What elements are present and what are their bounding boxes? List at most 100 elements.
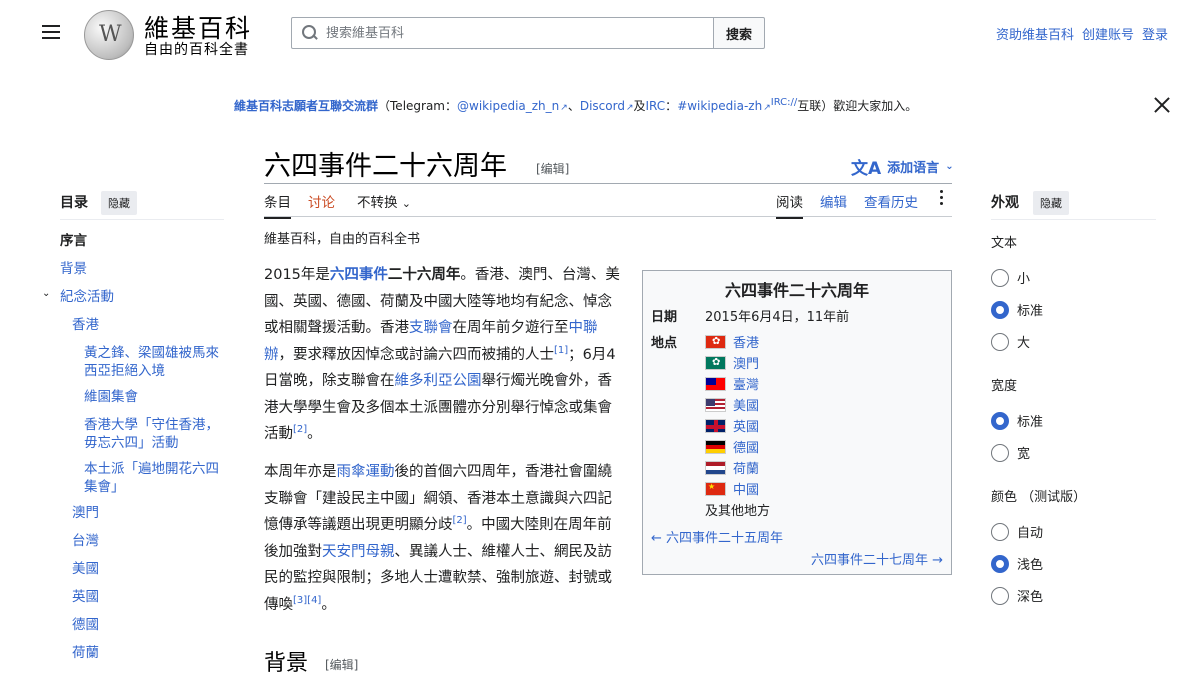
link-tiananmen-mothers[interactable]: 天安門母親 [322, 544, 395, 560]
link-umbrella[interactable]: 雨傘運動 [337, 464, 395, 480]
place-link[interactable]: 荷蘭 [733, 458, 759, 477]
text-size-standard-radio[interactable]: 标准 [991, 300, 1043, 319]
tab-talk[interactable]: 讨论 [308, 191, 335, 211]
radio-button[interactable] [991, 300, 1009, 319]
color-light-radio[interactable]: 浅色 [991, 554, 1043, 573]
place-link[interactable]: 澳門 [733, 353, 759, 372]
toc-item[interactable]: 序言 [60, 232, 87, 250]
chevron-down-icon[interactable]: ⌄ [42, 288, 50, 299]
macau-flag-icon: ✿ [705, 355, 726, 370]
toc-item[interactable]: 紀念活動 [60, 288, 114, 306]
radio-label: 浅色 [1017, 558, 1044, 573]
tab-article[interactable]: 条目 [264, 191, 291, 219]
color-label: 颜色 （测试版） [991, 490, 1087, 505]
discord-link[interactable]: Discord [580, 99, 634, 113]
place-link[interactable]: 德國 [733, 437, 759, 456]
toc-item[interactable]: 背景 [60, 260, 87, 278]
width-wide-radio[interactable]: 宽 [991, 443, 1030, 462]
radio-button[interactable] [991, 332, 1009, 351]
place-link[interactable]: 中國 [733, 479, 759, 498]
search-button[interactable]: 搜索 [713, 17, 765, 49]
toc-item[interactable]: 台灣 [72, 532, 99, 550]
tab-edit[interactable]: 编辑 [820, 191, 847, 211]
title-edit-link[interactable]: [编辑] [536, 160, 569, 177]
close-icon[interactable] [1153, 96, 1171, 114]
login-link[interactable]: 登录 [1142, 24, 1168, 43]
color-dark-radio[interactable]: 深色 [991, 586, 1043, 605]
place-link[interactable]: 香港 [733, 332, 759, 351]
donate-link[interactable]: 资助维基百科 [996, 24, 1074, 43]
radio-button[interactable] [991, 443, 1009, 462]
ref-1[interactable]: [1] [554, 345, 568, 356]
radio-label: 小 [1017, 272, 1031, 287]
radio-button[interactable] [991, 411, 1009, 430]
banner-text: 及 [633, 99, 646, 113]
more-vertical-icon[interactable] [940, 190, 946, 208]
ref-3[interactable]: [3] [293, 595, 307, 606]
text-size-large-radio[interactable]: 大 [991, 332, 1030, 351]
toc-item[interactable]: 香港 [72, 316, 99, 334]
search-input[interactable] [326, 25, 706, 41]
toc-item[interactable]: 英國 [72, 588, 99, 606]
wikipedia-globe-icon[interactable] [84, 10, 134, 60]
text: 。 [321, 596, 336, 613]
toc-divider [60, 219, 224, 220]
search-box[interactable] [291, 17, 715, 49]
irc-link[interactable]: IRC [646, 99, 666, 113]
toc-item[interactable]: 本土派「遍地開花六四集會」 [84, 460, 229, 496]
link-june-fourth[interactable]: 六四事件 [330, 267, 388, 283]
place-link[interactable]: 美國 [733, 395, 759, 414]
toc-item[interactable]: 荷蘭 [72, 644, 99, 662]
add-languages-button[interactable]: 文A 添加语言 ⌄ [851, 154, 954, 179]
link-victoria-park[interactable]: 維多利亞公園 [395, 373, 482, 389]
color-auto-radio[interactable]: 自动 [991, 522, 1043, 541]
create-account-link[interactable]: 创建账号 [1082, 24, 1134, 43]
chevron-down-icon: ⌄ [401, 197, 412, 210]
toc-item[interactable]: 維園集會 [84, 388, 138, 406]
toc-item[interactable]: 美國 [72, 560, 99, 578]
translate-icon: 文A [851, 159, 882, 179]
toc-item[interactable]: 德國 [72, 616, 99, 634]
banner-group-link[interactable]: 維基百科志願者互聯交流群 [234, 99, 378, 113]
place-link[interactable]: 英國 [733, 416, 759, 435]
ref-2[interactable]: [2] [293, 424, 307, 435]
place-link[interactable]: 臺灣 [733, 374, 759, 393]
tab-read[interactable]: 阅读 [776, 191, 803, 219]
text: 2015年是 [264, 267, 330, 283]
infobox-date-label: 日期 [651, 310, 678, 325]
radio-button[interactable] [991, 522, 1009, 541]
tabs-divider [264, 216, 952, 217]
hong-kong-flag-icon: ✿ [705, 334, 726, 349]
link-hka[interactable]: 支聯會 [409, 320, 453, 336]
previous-event-link[interactable]: ← 六四事件二十五周年 [651, 527, 783, 546]
infobox: 六四事件二十六周年 日期 2015年6月4日，11年前 地点 ✿ 香港 ✿ 澳門… [642, 270, 952, 575]
toc-item[interactable]: 澳門 [72, 504, 99, 522]
width-standard-radio[interactable]: 标准 [991, 411, 1043, 430]
radio-label: 大 [1017, 336, 1031, 351]
section-edit-link[interactable]: [编辑] [325, 656, 358, 673]
telegram-link[interactable]: @wikipedia_zh_n [457, 99, 568, 113]
ref-4[interactable]: [4] [307, 595, 321, 606]
radio-button[interactable] [991, 554, 1009, 573]
toc-heading: 目录 [60, 195, 88, 211]
variant-dropdown[interactable]: 不转换 ⌄ [357, 191, 411, 211]
chevron-down-icon: ⌄ [945, 161, 954, 172]
second-paragraph: 本周年亦是雨傘運動後的首個六四周年，香港社會圍繞支聯會「建設民主中國」綱領、香港… [264, 459, 620, 618]
next-event-link[interactable]: 六四事件二十七周年 → [811, 549, 943, 568]
hamburger-menu-icon[interactable] [42, 22, 66, 42]
logo-tagline: 自由的百科全書 [144, 42, 249, 58]
toc-hide-button[interactable]: 隐藏 [101, 191, 137, 215]
appearance-hide-button[interactable]: 隐藏 [1033, 191, 1069, 215]
infobox-date-value: 2015年6月4日，11年前 [705, 310, 850, 325]
toc-item[interactable]: 香港大學「守住香港，毋忘六四」活動 [84, 416, 229, 452]
text-size-small-radio[interactable]: 小 [991, 268, 1030, 287]
radio-button[interactable] [991, 268, 1009, 287]
ref-2[interactable]: [2] [453, 515, 467, 526]
irc-channel-link[interactable]: #wikipedia-zh [677, 99, 771, 113]
radio-button[interactable] [991, 586, 1009, 605]
taiwan-flag-icon [705, 376, 726, 391]
toc-item[interactable]: 黃之鋒、梁國雄被馬來西亞拒絕入境 [84, 344, 229, 380]
tab-history[interactable]: 查看历史 [864, 191, 918, 211]
banner-text: （Telegram： [378, 99, 458, 113]
place-item: 德國 [705, 437, 759, 456]
